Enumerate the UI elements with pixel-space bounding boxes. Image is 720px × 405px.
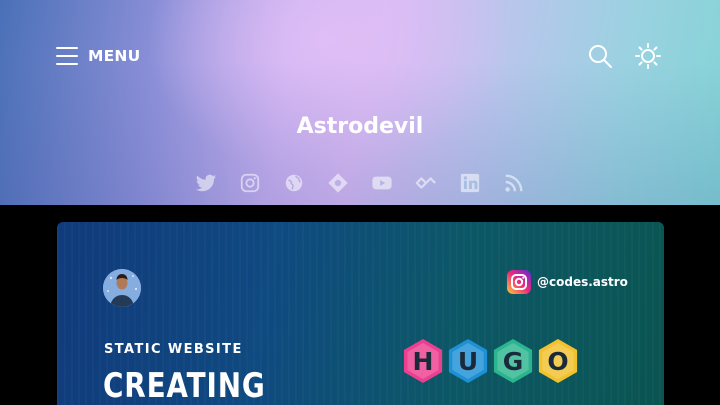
post-subtitle: STATIC WEBSITE xyxy=(104,342,243,357)
instagram-handle[interactable]: @codes.astro xyxy=(507,270,628,294)
site-title[interactable]: Astrodevil xyxy=(0,114,720,139)
author-avatar xyxy=(103,269,141,307)
instagram-icon[interactable] xyxy=(239,172,261,194)
twitter-icon[interactable] xyxy=(195,172,217,194)
devto-icon[interactable] xyxy=(415,172,437,194)
hugo-logo: HUGO xyxy=(403,339,578,383)
instagram-logo-icon xyxy=(507,270,531,294)
hugo-letter: G xyxy=(503,347,524,376)
sun-icon[interactable] xyxy=(634,42,662,70)
rss-icon[interactable] xyxy=(503,172,525,194)
instagram-handle-text: @codes.astro xyxy=(537,275,628,289)
header-hero: MENU Astrodevil xyxy=(0,0,720,205)
menu-button[interactable]: MENU xyxy=(56,44,140,68)
featured-post-card[interactable]: @codes.astro STATIC WEBSITE CREATING HUG… xyxy=(57,222,664,405)
youtube-icon[interactable] xyxy=(371,172,393,194)
hugo-letter: U xyxy=(458,347,478,376)
globe-icon[interactable] xyxy=(283,172,305,194)
search-icon[interactable] xyxy=(586,42,614,70)
hamburger-icon xyxy=(56,47,78,65)
hugo-letter: H xyxy=(413,347,434,376)
linkedin-icon[interactable] xyxy=(459,172,481,194)
social-links xyxy=(0,172,720,194)
menu-label: MENU xyxy=(88,47,141,65)
hashnode-icon[interactable] xyxy=(327,172,349,194)
post-title: CREATING xyxy=(103,366,266,405)
hugo-letter: O xyxy=(547,347,568,376)
